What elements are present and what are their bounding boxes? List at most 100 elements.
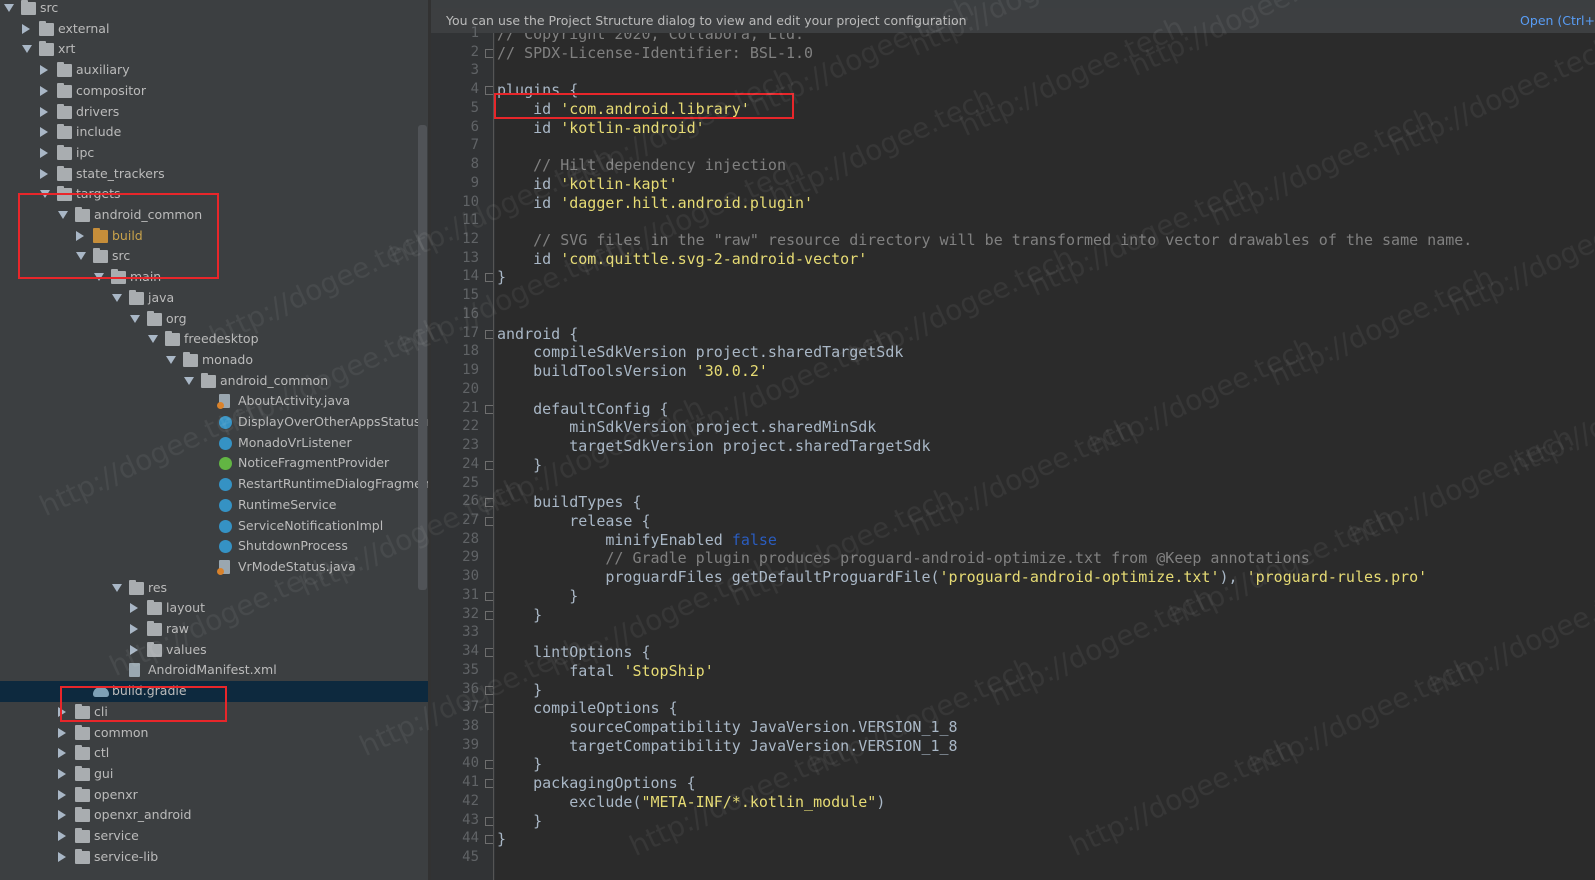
chevron-down-icon[interactable] xyxy=(148,335,158,344)
code-editor[interactable]: // Copyright 2020, Collabora, Ltd.// SPD… xyxy=(497,33,1595,880)
tree-row-noticefragmentprovider[interactable]: NoticeFragmentProvider xyxy=(0,453,434,474)
tree-row-external[interactable]: external xyxy=(0,19,434,40)
tree-row-drivers[interactable]: drivers xyxy=(0,102,434,123)
code-line[interactable]: id 'com.quittle.svg-2-android-vector' xyxy=(497,250,867,268)
open-project-structure-link[interactable]: Open (Ctrl+ xyxy=(1520,13,1595,28)
tree-row-restartruntimedialogfragment[interactable]: RestartRuntimeDialogFragment xyxy=(0,474,434,495)
tree-row-common[interactable]: common xyxy=(0,723,434,744)
tree-row-monado[interactable]: monado xyxy=(0,350,434,371)
tree-row-freedesktop[interactable]: freedesktop xyxy=(0,329,434,350)
chevron-right-icon[interactable] xyxy=(58,851,66,862)
chevron-right-icon[interactable] xyxy=(40,168,48,179)
tree-row-android-common[interactable]: android_common xyxy=(0,371,434,392)
code-line[interactable]: defaultConfig { xyxy=(497,400,668,418)
code-line[interactable]: } xyxy=(497,755,542,773)
code-line[interactable]: minSdkVersion project.sharedMinSdk xyxy=(497,418,876,436)
tree-row-ctl[interactable]: ctl xyxy=(0,743,434,764)
tree-row-openxr[interactable]: openxr xyxy=(0,785,434,806)
tree-item-label: MonadoVrListener xyxy=(238,434,352,450)
code-line[interactable]: id 'kotlin-android' xyxy=(497,119,705,137)
chevron-right-icon[interactable] xyxy=(58,748,66,759)
code-line[interactable]: // Copyright 2020, Collabora, Ltd. xyxy=(497,33,804,43)
chevron-right-icon[interactable] xyxy=(58,768,66,779)
code-line[interactable]: } xyxy=(497,681,542,699)
code-line[interactable]: packagingOptions { xyxy=(497,774,696,792)
tree-row-java[interactable]: java xyxy=(0,288,434,309)
code-line[interactable]: } xyxy=(497,268,506,286)
code-line[interactable]: android { xyxy=(497,325,578,343)
chevron-right-icon[interactable] xyxy=(130,603,138,614)
chevron-right-icon[interactable] xyxy=(58,727,66,738)
chevron-down-icon[interactable] xyxy=(130,314,140,323)
chevron-right-icon[interactable] xyxy=(58,810,66,821)
tree-row-service[interactable]: service xyxy=(0,826,434,847)
tree-row-shutdownprocess[interactable]: ShutdownProcess xyxy=(0,536,434,557)
code-line[interactable]: id 'kotlin-kapt' xyxy=(497,175,678,193)
tree-row-vrmodestatus-java[interactable]: VrModeStatus.java xyxy=(0,557,434,578)
chevron-down-icon[interactable] xyxy=(4,4,14,12)
code-line[interactable]: buildToolsVersion '30.0.2' xyxy=(497,362,768,380)
tree-row-include[interactable]: include xyxy=(0,122,434,143)
tree-row-androidmanifest-xml[interactable]: AndroidManifest.xml xyxy=(0,660,434,681)
chevron-right-icon[interactable] xyxy=(40,127,48,138)
code-line[interactable]: targetSdkVersion project.sharedTargetSdk xyxy=(497,437,930,455)
code-line[interactable]: // SVG files in the "raw" resource direc… xyxy=(497,231,1472,249)
code-line[interactable]: buildTypes { xyxy=(497,493,641,511)
code-line[interactable]: compileSdkVersion project.sharedTargetSd… xyxy=(497,343,903,361)
chevron-right-icon[interactable] xyxy=(40,65,48,76)
code-line[interactable]: } xyxy=(497,587,578,605)
code-line[interactable]: proguardFiles getDefaultProguardFile('pr… xyxy=(497,568,1427,586)
tree-row-src[interactable]: src xyxy=(0,0,434,19)
chevron-right-icon[interactable] xyxy=(22,23,30,34)
code-line[interactable]: // Gradle plugin produces proguard-andro… xyxy=(497,549,1309,567)
tree-row-raw[interactable]: raw xyxy=(0,619,434,640)
code-line[interactable]: } xyxy=(497,812,542,830)
tree-row-state-trackers[interactable]: state_trackers xyxy=(0,164,434,185)
code-line[interactable]: release { xyxy=(497,512,650,530)
code-line[interactable]: id 'dagger.hilt.android.plugin' xyxy=(497,194,813,212)
project-tree-panel[interactable]: src external xrt auxiliary compositor drivers… xyxy=(0,0,434,880)
code-line[interactable]: } xyxy=(497,830,506,848)
project-tree-scrollbar[interactable] xyxy=(418,125,427,590)
code-line[interactable]: // SPDX-License-Identifier: BSL-1.0 xyxy=(497,44,813,62)
chevron-right-icon[interactable] xyxy=(130,624,138,634)
tree-row-displayoverotherappsstatusfrag[interactable]: DisplayOverOtherAppsStatusFrag xyxy=(0,412,434,433)
tree-row-values[interactable]: values xyxy=(0,640,434,661)
code-line[interactable]: minifyEnabled false xyxy=(497,531,777,549)
folder-icon xyxy=(129,579,144,595)
code-line[interactable]: } xyxy=(497,456,542,474)
code-line[interactable]: lintOptions { xyxy=(497,643,650,661)
code-line[interactable]: sourceCompatibility JavaVersion.VERSION_… xyxy=(497,718,957,736)
tree-row-auxiliary[interactable]: auxiliary xyxy=(0,60,434,81)
tree-row-xrt[interactable]: xrt xyxy=(0,39,434,60)
tree-row-service-lib[interactable]: service-lib xyxy=(0,847,434,868)
tree-row-monadovrlistener[interactable]: MonadoVrListener xyxy=(0,433,434,454)
tree-row-ipc[interactable]: ipc xyxy=(0,143,434,164)
tree-row-servicenotificationimpl[interactable]: ServiceNotificationImpl xyxy=(0,516,434,537)
tree-row-org[interactable]: org xyxy=(0,309,434,330)
chevron-down-icon[interactable] xyxy=(166,355,176,364)
chevron-right-icon[interactable] xyxy=(130,644,138,655)
tree-row-runtimeservice[interactable]: RuntimeService xyxy=(0,495,434,516)
chevron-right-icon[interactable] xyxy=(40,106,48,117)
chevron-right-icon[interactable] xyxy=(58,789,66,800)
code-line[interactable]: // Hilt dependency injection xyxy=(497,156,786,174)
code-line[interactable]: } xyxy=(497,606,542,624)
code-line[interactable]: exclude("META-INF/*.kotlin_module") xyxy=(497,793,885,811)
chevron-right-icon[interactable] xyxy=(40,85,48,96)
tree-row-layout[interactable]: layout xyxy=(0,598,434,619)
tree-row-compositor[interactable]: compositor xyxy=(0,81,434,102)
chevron-right-icon[interactable] xyxy=(58,831,66,841)
chevron-down-icon[interactable] xyxy=(22,45,32,54)
code-line[interactable]: compileOptions { xyxy=(497,699,678,717)
tree-row-gui[interactable]: gui xyxy=(0,764,434,785)
code-line[interactable]: targetCompatibility JavaVersion.VERSION_… xyxy=(497,737,957,755)
chevron-down-icon[interactable] xyxy=(184,376,194,385)
tree-row-openxr-android[interactable]: openxr_android xyxy=(0,805,434,826)
tree-row-aboutactivity-java[interactable]: AboutActivity.java xyxy=(0,391,434,412)
tree-row-res[interactable]: res xyxy=(0,578,434,599)
chevron-right-icon[interactable] xyxy=(40,147,48,158)
chevron-down-icon[interactable] xyxy=(112,583,122,592)
chevron-down-icon[interactable] xyxy=(112,293,122,302)
code-line[interactable]: fatal 'StopShip' xyxy=(497,662,714,680)
